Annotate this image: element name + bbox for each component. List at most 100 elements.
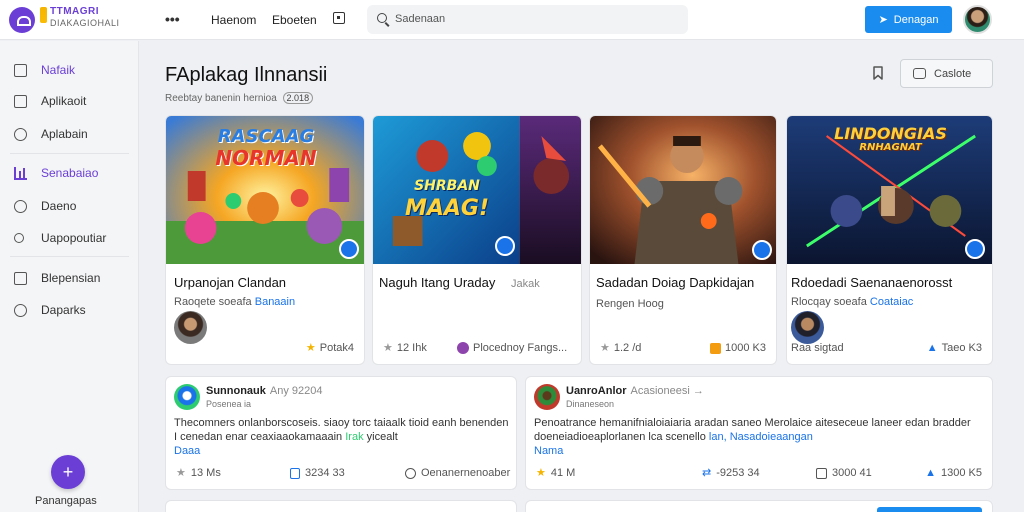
- post-body: Thecomners onlanborscoseis. siaoy torc t…: [174, 416, 514, 458]
- post-meta: Acasioneesi →: [630, 385, 704, 397]
- document-icon: [14, 271, 27, 285]
- post-author-name[interactable]: UanroAnlor Acasioneesi →: [566, 385, 704, 397]
- page-subtitle-text: Reebtay banenin hernioa: [165, 93, 277, 104]
- sidebar-item-0[interactable]: Nafaik: [0, 57, 139, 83]
- sidebar-item-4[interactable]: Daeno: [0, 193, 139, 219]
- post-author-avatar[interactable]: [534, 384, 560, 410]
- search-input[interactable]: [395, 9, 675, 29]
- rating-value: 1.2 /d: [613, 341, 642, 354]
- search-icon: [14, 233, 24, 243]
- post-stat-value: -9253 34: [716, 466, 760, 479]
- publisher-icon: [457, 342, 469, 354]
- author-stat: Raa sigtad: [791, 342, 844, 354]
- sidebar-divider: [10, 256, 129, 257]
- author-avatar[interactable]: [791, 311, 824, 344]
- sidebar: Nafaik Aplikaoit Aplabain Senabaiao Daen…: [0, 41, 139, 512]
- post-stat-comments[interactable]: 3000 41: [816, 467, 872, 479]
- comment-button[interactable]: Caslote: [900, 59, 993, 88]
- card-subtitle-link[interactable]: Banaain: [255, 296, 295, 308]
- sidebar-item-1[interactable]: Aplikaoit: [0, 88, 139, 114]
- sidebar-item-6[interactable]: Blepensian: [0, 265, 139, 291]
- bar-chart-icon: [14, 166, 27, 180]
- star-icon: ★: [536, 467, 546, 479]
- nav-link-explore[interactable]: Eboeten: [272, 13, 317, 27]
- feed-post[interactable]: UanroAnlor Acasioneesi → Dinaneseon Penoa…: [525, 376, 993, 490]
- game-card[interactable]: Sadadan Doiag Dapkidajan Rengen Hoog ★ 1…: [589, 115, 777, 365]
- post-author-avatar[interactable]: [174, 384, 200, 410]
- post-stat-likes[interactable]: ★ 13 Ms: [176, 466, 221, 480]
- post-body-link[interactable]: lan, Nasadoieaangan: [709, 431, 813, 443]
- star-icon: ★: [176, 467, 186, 479]
- post-author-handle: Dinaneseon: [566, 399, 615, 409]
- platform-badge-icon: [339, 239, 359, 259]
- post-stat-shares[interactable]: ⇄ -9253 34: [702, 466, 760, 480]
- post-author-name[interactable]: Sunnonauk Any 92204: [206, 385, 323, 397]
- card-subtitle-text: Raoqete soeafa: [174, 296, 255, 308]
- author-avatar[interactable]: [174, 311, 207, 344]
- post-body-link[interactable]: Irak: [345, 431, 363, 443]
- downloads-value: 1000 K3: [725, 342, 766, 354]
- post-stat-value: 1300 K5: [941, 467, 982, 479]
- post-body-text: Thecomners onlanborscoseis. siaoy torc t…: [174, 417, 509, 443]
- card-title[interactable]: Naguh Itang Uraday Jakak: [379, 275, 540, 290]
- post-stat-comments[interactable]: Oenanernenoaber: [405, 467, 510, 479]
- sidebar-item-label: Daparks: [41, 303, 86, 317]
- post-stat-likes[interactable]: ★ 41 M: [536, 466, 575, 480]
- card-subtitle: Raoqete soeafa Banaain: [174, 296, 295, 308]
- user-avatar[interactable]: [963, 5, 992, 34]
- primary-action-label: Denagan: [893, 13, 939, 26]
- search-bar[interactable]: [367, 5, 688, 34]
- nav-link-home[interactable]: Haenom: [211, 13, 256, 27]
- primary-action-button[interactable]: ➤ Denagan: [865, 6, 952, 33]
- comment-button-label: Caslote: [934, 67, 972, 80]
- clock-icon: [14, 199, 27, 213]
- cover-art-title: SHRBAN: [414, 178, 480, 194]
- cover-art-subtitle: RNHAGNAT: [859, 142, 922, 153]
- feed-post-partial[interactable]: [165, 500, 517, 512]
- card-subtitle-text: Rlocqay soeafa: [791, 296, 870, 308]
- create-button[interactable]: +: [51, 455, 85, 489]
- cover-art-title: RASCAAG: [217, 126, 315, 147]
- bookmark-icon[interactable]: [871, 66, 885, 80]
- grid-icon[interactable]: [333, 12, 345, 24]
- post-stat-value: 3000 41: [832, 467, 872, 479]
- game-card[interactable]: RASCAAG NORMAN Urpanojan Clandan Raoqete…: [165, 115, 365, 365]
- post-action-button[interactable]: [877, 507, 982, 512]
- post-body-tail: yicealt: [363, 431, 398, 443]
- card-subtitle: Rengen Hoog: [596, 298, 664, 310]
- rating-value: Potak4: [319, 341, 354, 354]
- feed-post-partial[interactable]: [525, 500, 993, 512]
- app-logo-icon[interactable]: [9, 7, 35, 33]
- feed-post[interactable]: Sunnonauk Any 92204 Posenea ia Thecomners…: [165, 376, 517, 490]
- post-stat-value: 3234 33: [305, 467, 345, 479]
- square-icon: [14, 94, 27, 108]
- page-subtitle: Reebtay banenin hernioa 2.018: [165, 92, 314, 104]
- count-badge: 2.018: [282, 92, 314, 104]
- sidebar-item-label: Uapopoutiar: [41, 231, 107, 245]
- likes-value: Taeo K3: [941, 342, 982, 354]
- sidebar-item-label: Nafaik: [41, 63, 76, 77]
- sidebar-item-2[interactable]: Aplabain: [0, 121, 139, 147]
- post-body-link[interactable]: Nama: [534, 445, 563, 457]
- sidebar-item-3[interactable]: Senabaiao: [0, 160, 139, 186]
- post-body: Penoatrance hemanifnialoiaiaria aradan s…: [534, 416, 989, 458]
- sidebar-item-7[interactable]: Daparks: [0, 297, 139, 323]
- post-stat-upvotes[interactable]: ▲ 1300 K5: [925, 467, 982, 479]
- game-card[interactable]: SHRBAN MAAG! Naguh Itang Uraday Jakak ★ …: [372, 115, 582, 365]
- more-menu-icon[interactable]: •••: [165, 11, 180, 27]
- card-title[interactable]: Rdoedadi Saenanaenorosst: [791, 275, 952, 290]
- comment-icon: [405, 467, 416, 479]
- card-subtitle-link[interactable]: Coataiac: [870, 296, 913, 308]
- cover-art-subtitle: MAAG!: [404, 196, 490, 221]
- cover-art-subtitle: NORMAN: [215, 146, 317, 170]
- post-body-link[interactable]: Daaa: [174, 445, 200, 457]
- clock-icon: [14, 303, 27, 317]
- sidebar-item-5[interactable]: Uapopoutiar: [0, 225, 139, 251]
- publisher-stat[interactable]: Plocednoy Fangs...: [457, 342, 567, 354]
- post-stat-views[interactable]: 3234 33: [290, 467, 345, 479]
- card-title[interactable]: Urpanojan Clandan: [174, 275, 286, 290]
- post-author-name-text: UanroAnlor: [566, 385, 627, 397]
- game-card[interactable]: LINDONGIAS RNHAGNAT Rdoedadi Saenanaenor…: [786, 115, 993, 365]
- card-title[interactable]: Sadadan Doiag Dapkidajan: [596, 275, 754, 290]
- logo-mark-icon: [40, 7, 47, 23]
